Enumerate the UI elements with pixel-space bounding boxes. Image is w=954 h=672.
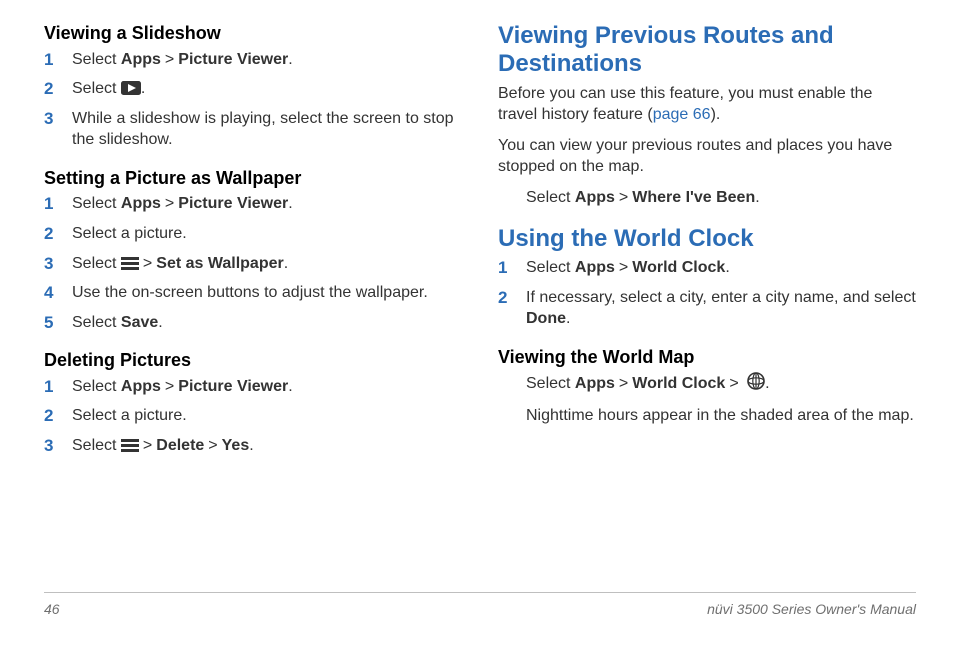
steps-deleting: Select Apps>Picture Viewer. Select a pic… (44, 376, 462, 465)
heading-deleting: Deleting Pictures (44, 349, 462, 372)
menu-icon (121, 257, 139, 270)
step-item: Select Save. (44, 312, 462, 342)
step-text: While a slideshow is playing, select the… (72, 110, 454, 149)
step-text: Use the on-screen buttons to adjust the … (72, 284, 428, 301)
page-number: 46 (44, 601, 60, 617)
step-item: Select a picture. (44, 405, 462, 435)
period: . (284, 255, 288, 272)
bold: Apps (121, 195, 161, 212)
period: . (249, 437, 253, 454)
period: . (141, 80, 145, 97)
heading-slideshow: Viewing a Slideshow (44, 22, 462, 45)
heading-world-map: Viewing the World Map (498, 346, 916, 369)
menu-icon (121, 439, 139, 452)
bold: Set as Wallpaper (156, 255, 283, 272)
sep: > (165, 51, 174, 68)
inline-step: Select Apps>Where I've Been. (498, 187, 916, 209)
period: . (566, 310, 570, 327)
sep: > (619, 189, 628, 206)
inline-step: Select Apps>World Clock> . (498, 372, 916, 395)
right-column: Viewing Previous Routes and Destinations… (498, 22, 916, 592)
bold: World Clock (632, 375, 725, 392)
text: ). (711, 106, 721, 123)
period: . (765, 375, 769, 392)
sep: > (143, 255, 152, 272)
bold: Apps (121, 51, 161, 68)
period: . (288, 51, 292, 68)
paragraph: You can view your previous routes and pl… (498, 135, 916, 177)
play-icon (121, 81, 141, 95)
sep: > (619, 375, 628, 392)
period: . (158, 314, 162, 331)
heading-wallpaper: Setting a Picture as Wallpaper (44, 167, 462, 190)
step-text: Select a picture. (72, 407, 187, 424)
paragraph: Before you can use this feature, you mus… (498, 83, 916, 125)
bold: Apps (575, 189, 615, 206)
step-text: Select (72, 378, 121, 395)
step-text: Select (72, 51, 121, 68)
column-container: Viewing a Slideshow Select Apps>Picture … (44, 22, 916, 592)
step-item: While a slideshow is playing, select the… (44, 108, 462, 159)
left-column: Viewing a Slideshow Select Apps>Picture … (44, 22, 462, 592)
period: . (288, 195, 292, 212)
sep: > (208, 437, 217, 454)
step-text: Select (72, 80, 121, 97)
document-title: nüvi 3500 Series Owner's Manual (707, 601, 916, 617)
heading-routes: Viewing Previous Routes and Destinations (498, 22, 916, 79)
bold: Where I've Been (632, 189, 755, 206)
bold: Delete (156, 437, 204, 454)
step-item: Select a picture. (44, 223, 462, 253)
bold: Picture Viewer (178, 51, 288, 68)
bold: Done (526, 310, 566, 327)
steps-slideshow: Select Apps>Picture Viewer. Select . Whi… (44, 49, 462, 159)
bold: Apps (575, 259, 615, 276)
page-footer: 46 nüvi 3500 Series Owner's Manual (44, 593, 916, 617)
bold: Save (121, 314, 158, 331)
step-item: Select Apps>World Clock. (498, 257, 916, 287)
bold: Apps (121, 378, 161, 395)
steps-wallpaper: Select Apps>Picture Viewer. Select a pic… (44, 193, 462, 341)
manual-page: Viewing a Slideshow Select Apps>Picture … (0, 0, 954, 672)
step-item: Select Apps>Picture Viewer. (44, 376, 462, 406)
period: . (288, 378, 292, 395)
sep: > (165, 195, 174, 212)
step-text: Select (526, 259, 575, 276)
heading-world-clock: Using the World Clock (498, 225, 916, 253)
step-item: Select Apps>Picture Viewer. (44, 193, 462, 223)
bold: Picture Viewer (178, 195, 288, 212)
sep: > (729, 375, 738, 392)
step-text: If necessary, select a city, enter a cit… (526, 289, 916, 306)
sep: > (619, 259, 628, 276)
step-item: Select Apps>Picture Viewer. (44, 49, 462, 79)
step-item: Use the on-screen buttons to adjust the … (44, 282, 462, 312)
step-text: Select (526, 189, 575, 206)
step-text: Select (526, 375, 575, 392)
page-link[interactable]: page 66 (653, 106, 711, 123)
globe-icon (747, 372, 765, 390)
step-item: Select >Delete> Yes. (44, 435, 462, 465)
steps-world-clock: Select Apps>World Clock. If necessary, s… (498, 257, 916, 338)
step-text: Select (72, 437, 121, 454)
bold: World Clock (632, 259, 725, 276)
step-item: If necessary, select a city, enter a cit… (498, 287, 916, 338)
bold: Apps (575, 375, 615, 392)
step-text: Select (72, 314, 121, 331)
step-item: Select >Set as Wallpaper. (44, 253, 462, 283)
step-item: Select . (44, 78, 462, 108)
step-text: Select (72, 195, 121, 212)
step-text: Select a picture. (72, 225, 187, 242)
period: . (755, 189, 759, 206)
bold: Picture Viewer (178, 378, 288, 395)
sep: > (165, 378, 174, 395)
bold: Yes (222, 437, 250, 454)
paragraph: Nighttime hours appear in the shaded are… (498, 405, 916, 427)
step-text: Select (72, 255, 121, 272)
period: . (725, 259, 729, 276)
sep: > (143, 437, 152, 454)
